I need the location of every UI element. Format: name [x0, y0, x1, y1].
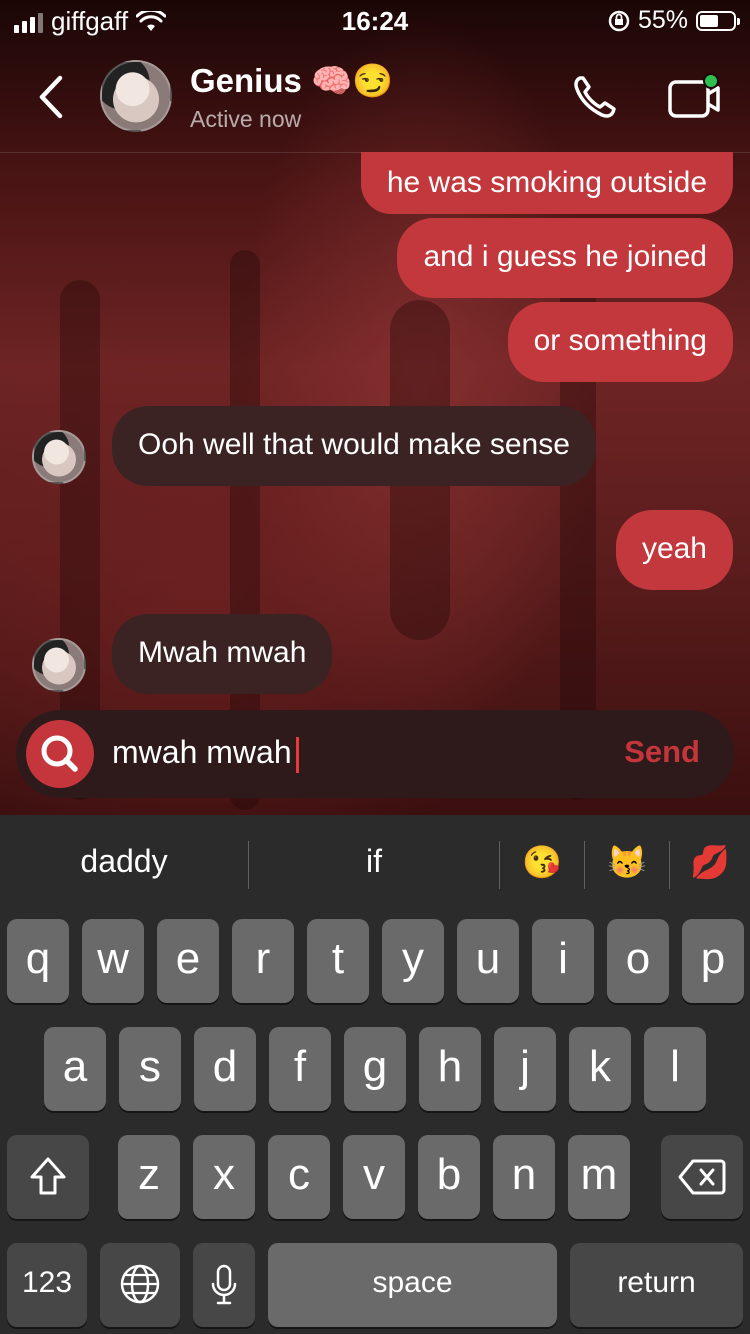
space-key[interactable]: space	[268, 1243, 557, 1327]
message-input[interactable]: mwah mwah	[112, 734, 299, 773]
contact-name[interactable]: Genius 🧠😏	[190, 62, 393, 101]
incoming-message[interactable]: Mwah mwah	[112, 614, 333, 694]
shift-key[interactable]	[7, 1135, 89, 1219]
search-button[interactable]	[26, 720, 94, 788]
contact-avatar-small[interactable]	[32, 430, 86, 484]
outgoing-message[interactable]: and i guess he joined	[397, 218, 733, 298]
key-u[interactable]: u	[457, 919, 519, 1003]
outgoing-message[interactable]: yeah	[615, 510, 733, 590]
search-icon	[41, 735, 78, 772]
key-l[interactable]: l	[644, 1027, 706, 1111]
key-h[interactable]: h	[419, 1027, 481, 1111]
globe-key[interactable]	[100, 1243, 180, 1327]
key-f[interactable]: f	[269, 1027, 331, 1111]
phone-icon[interactable]	[570, 72, 620, 122]
key-g[interactable]: g	[344, 1027, 406, 1111]
key-v[interactable]: v	[343, 1135, 405, 1219]
incoming-message[interactable]: Ooh well that would make sense	[112, 406, 596, 486]
predictive-bar: daddy if 😘 😽 💋	[0, 815, 750, 915]
contact-avatar-small[interactable]	[32, 638, 86, 692]
delete-key[interactable]	[661, 1135, 743, 1219]
battery-icon	[696, 10, 740, 31]
contact-avatar[interactable]	[100, 60, 172, 132]
key-q[interactable]: q	[7, 919, 69, 1003]
key-r[interactable]: r	[232, 919, 294, 1003]
backspace-icon	[678, 1159, 726, 1195]
conversation-header: Genius 🧠😏 Active now	[0, 44, 750, 153]
key-s[interactable]: s	[119, 1027, 181, 1111]
microphone-icon	[211, 1264, 237, 1305]
video-call-icon[interactable]	[666, 70, 722, 126]
back-chevron-icon[interactable]	[32, 72, 72, 122]
keyboard: daddy if 😘 😽 💋 q w e r t y u i o p a s d…	[0, 815, 750, 1334]
outgoing-message[interactable]: or something	[507, 302, 733, 382]
key-m[interactable]: m	[568, 1135, 630, 1219]
return-key[interactable]: return	[570, 1243, 743, 1327]
globe-icon	[120, 1264, 160, 1304]
key-t[interactable]: t	[307, 919, 369, 1003]
key-x[interactable]: x	[193, 1135, 255, 1219]
key-w[interactable]: w	[82, 919, 144, 1003]
key-k[interactable]: k	[569, 1027, 631, 1111]
key-e[interactable]: e	[157, 919, 219, 1003]
key-j[interactable]: j	[494, 1027, 556, 1111]
key-n[interactable]: n	[493, 1135, 555, 1219]
key-a[interactable]: a	[44, 1027, 106, 1111]
battery-fill	[700, 14, 718, 27]
key-d[interactable]: d	[194, 1027, 256, 1111]
presence-status: Active now	[190, 106, 302, 132]
key-z[interactable]: z	[118, 1135, 180, 1219]
suggestion-emoji[interactable]: 😘	[500, 843, 584, 881]
status-right: 55%	[608, 6, 740, 35]
suggestion-word[interactable]: if	[249, 843, 499, 880]
key-i[interactable]: i	[532, 919, 594, 1003]
send-button[interactable]: Send	[624, 734, 700, 770]
suggestion-word[interactable]: daddy	[0, 843, 248, 880]
suggestion-emoji[interactable]: 💋	[670, 843, 750, 881]
outgoing-message[interactable]: he was smoking outside	[360, 152, 733, 214]
message-composer: mwah mwah Send	[16, 710, 734, 798]
key-p[interactable]: p	[682, 919, 744, 1003]
key-o[interactable]: o	[607, 919, 669, 1003]
shift-arrow-icon	[30, 1157, 66, 1195]
battery-percent: 55%	[637, 6, 688, 34]
key-b[interactable]: b	[418, 1135, 480, 1219]
key-c[interactable]: c	[268, 1135, 330, 1219]
key-y[interactable]: y	[382, 919, 444, 1003]
text-caret	[295, 736, 299, 773]
orientation-lock-icon	[608, 10, 630, 31]
status-bar: giffgaff 16:24 55%	[0, 0, 750, 44]
dictation-key[interactable]	[193, 1243, 255, 1327]
numbers-key[interactable]: 123	[7, 1243, 87, 1327]
suggestion-emoji[interactable]: 😽	[585, 843, 669, 881]
message-input-text: mwah mwah	[112, 734, 292, 770]
